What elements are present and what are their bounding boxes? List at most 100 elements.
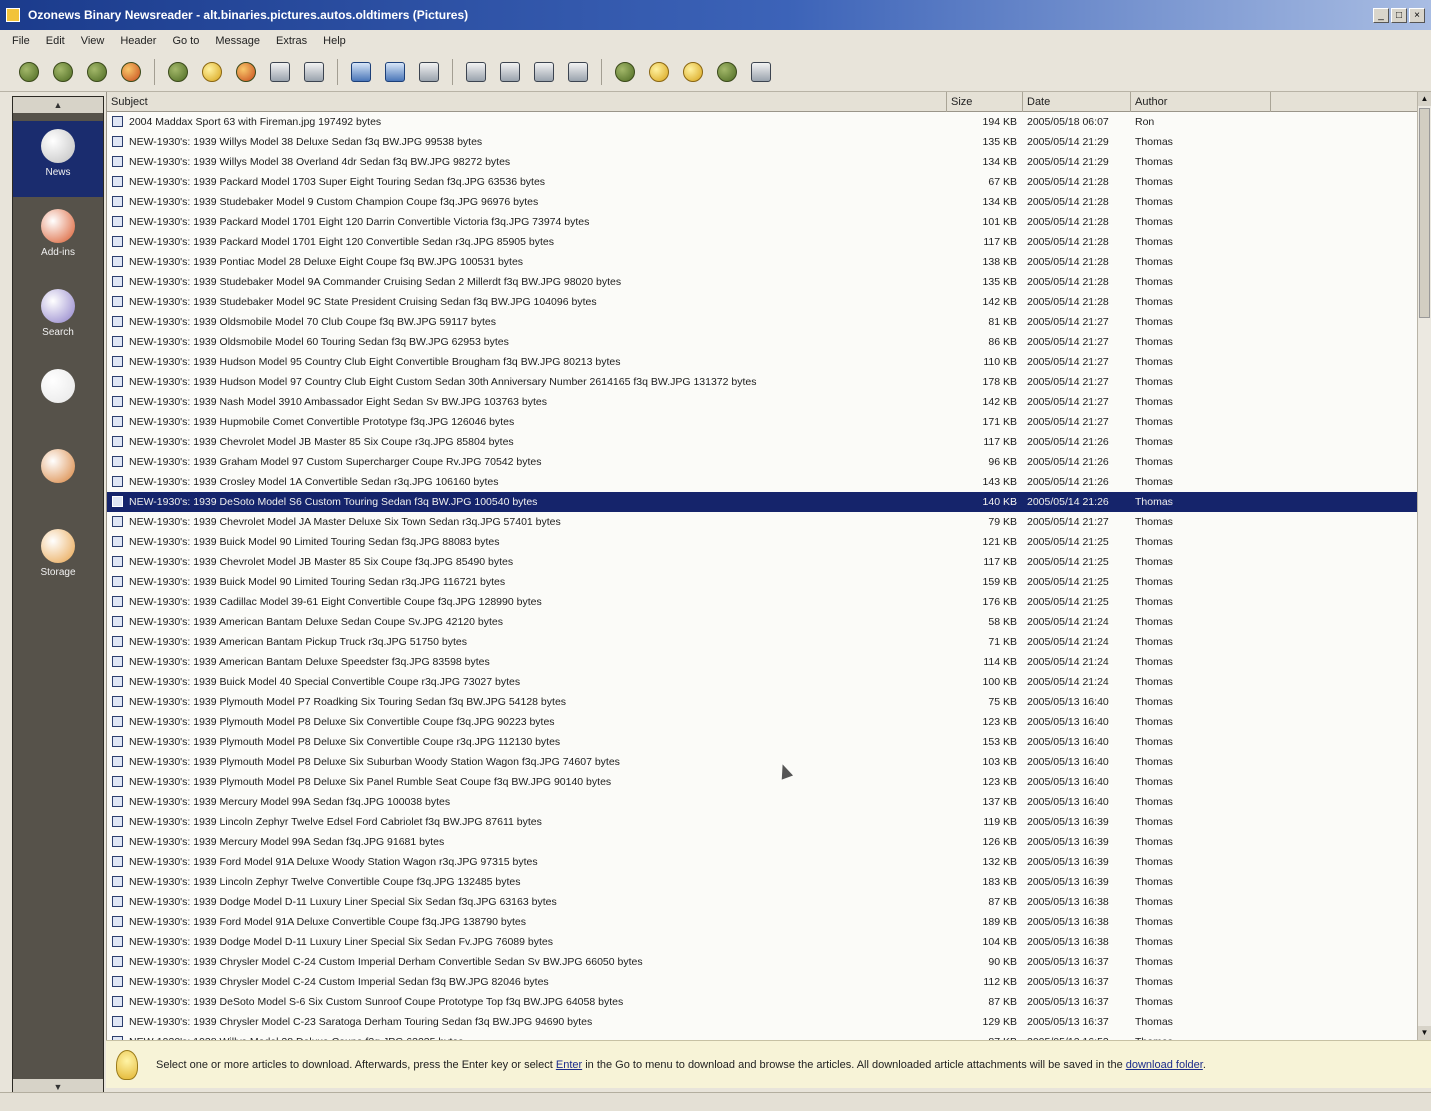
menu-message[interactable]: Message [215, 35, 260, 47]
menu-edit[interactable]: Edit [46, 35, 65, 47]
article-icon [112, 156, 123, 167]
nav-next-button[interactable] [678, 57, 708, 87]
sidebar-item-mail[interactable] [13, 441, 103, 517]
table-row[interactable]: NEW-1930's: 1939 DeSoto Model S6 Custom … [107, 492, 1417, 512]
sidebar-item-tools[interactable] [13, 361, 103, 437]
table-row[interactable]: NEW-1930's: 1939 Dodge Model D-11 Luxury… [107, 932, 1417, 952]
article-icon [112, 656, 123, 667]
cell-date: 2005/05/14 21:25 [1027, 556, 1109, 568]
menu-header[interactable]: Header [120, 35, 156, 47]
table-row[interactable]: NEW-1930's: 1939 Studebaker Model 9A Com… [107, 272, 1417, 292]
table-row[interactable]: NEW-1930's: 1939 American Bantam Deluxe … [107, 612, 1417, 632]
nav-prev-button[interactable] [644, 57, 674, 87]
table-row[interactable]: NEW-1930's: 1939 Ford Model 91A Deluxe C… [107, 912, 1417, 932]
table-row[interactable]: NEW-1930's: 1939 Packard Model 1701 Eigh… [107, 232, 1417, 252]
column-date[interactable]: Date [1023, 92, 1131, 112]
table-row[interactable]: NEW-1930's: 1939 Nash Model 3910 Ambassa… [107, 392, 1417, 412]
download-folder-link[interactable]: download folder [1126, 1059, 1203, 1071]
mark-unread-button[interactable] [231, 57, 261, 87]
column-author[interactable]: Author [1131, 92, 1271, 112]
table-row[interactable]: NEW-1930's: 1939 DeSoto Model S-6 Six Cu… [107, 992, 1417, 1012]
menu-view[interactable]: View [81, 35, 105, 47]
table-row[interactable]: NEW-1930's: 1939 Mercury Model 99A Sedan… [107, 832, 1417, 852]
table-row[interactable]: NEW-1930's: 1939 Studebaker Model 9 Cust… [107, 192, 1417, 212]
sidebar-item-addins[interactable]: Add-ins [13, 201, 103, 277]
table-row[interactable]: NEW-1930's: 1939 Packard Model 1701 Eigh… [107, 212, 1417, 232]
vertical-scrollbar[interactable]: ▲ ▼ [1417, 92, 1431, 1040]
table-row[interactable]: NEW-1930's: 1939 Dodge Model D-11 Luxury… [107, 892, 1417, 912]
sidebar-item-folder[interactable]: Storage [13, 521, 103, 597]
filter-button[interactable] [163, 57, 193, 87]
back-button[interactable] [48, 57, 78, 87]
column-subject[interactable]: Subject [107, 92, 947, 112]
enter-link[interactable]: Enter [556, 1059, 582, 1071]
table-row[interactable]: NEW-1930's: 1939 Buick Model 90 Limited … [107, 572, 1417, 592]
table-row[interactable]: NEW-1930's: 1939 Packard Model 1703 Supe… [107, 172, 1417, 192]
table-row[interactable]: NEW-1930's: 1939 Hudson Model 95 Country… [107, 352, 1417, 372]
scroll-down-arrow[interactable]: ▼ [1418, 1026, 1431, 1040]
forward-button[interactable] [82, 57, 112, 87]
search-button[interactable] [299, 57, 329, 87]
sidebar-item-news[interactable]: News [13, 121, 103, 197]
table-row[interactable]: NEW-1930's: 1939 Lincoln Zephyr Twelve C… [107, 872, 1417, 892]
print-button[interactable] [529, 57, 559, 87]
table-row[interactable]: NEW-1930's: 1939 Chrysler Model C-24 Cus… [107, 972, 1417, 992]
table-row[interactable]: NEW-1930's: 1939 Plymouth Model P8 Delux… [107, 712, 1417, 732]
table-row[interactable]: NEW-1930's: 1939 Oldsmobile Model 60 Tou… [107, 332, 1417, 352]
cell-author: Thomas [1135, 136, 1173, 148]
close-button[interactable]: × [1409, 7, 1425, 23]
table-row[interactable]: NEW-1930's: 1939 Studebaker Model 9C Sta… [107, 292, 1417, 312]
menu-extras[interactable]: Extras [276, 35, 307, 47]
view-button[interactable] [346, 57, 376, 87]
maximize-button[interactable]: □ [1391, 7, 1407, 23]
table-row[interactable]: NEW-1930's: 1939 Chevrolet Model JA Mast… [107, 512, 1417, 532]
sidebar-item-search[interactable]: Search [13, 281, 103, 357]
table-row[interactable]: NEW-1930's: 1939 Crosley Model 1A Conver… [107, 472, 1417, 492]
table-row[interactable]: NEW-1930's: 1939 American Bantam Pickup … [107, 632, 1417, 652]
table-row[interactable]: NEW-1930's: 1939 Chevrolet Model JB Mast… [107, 552, 1417, 572]
nav-last-button[interactable] [712, 57, 742, 87]
nav-first-button[interactable] [610, 57, 640, 87]
scroll-up-arrow[interactable]: ▲ [1418, 92, 1431, 106]
menu-help[interactable]: Help [323, 35, 346, 47]
minimize-button[interactable]: _ [1373, 7, 1389, 23]
table-row[interactable]: NEW-1930's: 1939 Graham Model 97 Custom … [107, 452, 1417, 472]
sidebar-scroll-up[interactable]: ▲ [13, 97, 103, 113]
column-size[interactable]: Size [947, 92, 1023, 112]
table-row[interactable]: NEW-1930's: 1939 Chrysler Model C-23 Sar… [107, 1012, 1417, 1032]
table-row[interactable]: NEW-1930's: 1939 Plymouth Model P7 Roadk… [107, 692, 1417, 712]
table-row[interactable]: NEW-1930's: 1939 Willys Model 38 Overlan… [107, 152, 1417, 172]
cell-size: 123 KB [982, 776, 1017, 788]
options-button[interactable] [746, 57, 776, 87]
lock-button[interactable] [563, 57, 593, 87]
download-button[interactable] [461, 57, 491, 87]
table-row[interactable]: NEW-1930's: 1939 Plymouth Model P8 Delux… [107, 752, 1417, 772]
table-row[interactable]: 2004 Maddax Sport 63 with Fireman.jpg 19… [107, 112, 1417, 132]
scroll-thumb[interactable] [1419, 108, 1430, 318]
table-row[interactable]: NEW-1930's: 1939 Lincoln Zephyr Twelve E… [107, 812, 1417, 832]
layout-button[interactable] [380, 57, 410, 87]
table-row[interactable]: NEW-1930's: 1939 Plymouth Model P8 Delux… [107, 772, 1417, 792]
table-row[interactable]: NEW-1930's: 1939 Mercury Model 99A Sedan… [107, 792, 1417, 812]
mark-read-button[interactable] [197, 57, 227, 87]
refresh-button[interactable] [14, 57, 44, 87]
table-row[interactable]: NEW-1930's: 1939 Oldsmobile Model 70 Clu… [107, 312, 1417, 332]
stop-button[interactable] [116, 57, 146, 87]
menu-file[interactable]: File [12, 35, 30, 47]
properties-button[interactable] [414, 57, 444, 87]
table-row[interactable]: NEW-1930's: 1939 Cadillac Model 39-61 Ei… [107, 592, 1417, 612]
table-row[interactable]: NEW-1930's: 1939 Willys Model 38 Deluxe … [107, 132, 1417, 152]
table-row[interactable]: NEW-1930's: 1939 Pontiac Model 28 Deluxe… [107, 252, 1417, 272]
table-row[interactable]: NEW-1930's: 1939 Buick Model 40 Special … [107, 672, 1417, 692]
table-row[interactable]: NEW-1930's: 1939 American Bantam Deluxe … [107, 652, 1417, 672]
attachment-button[interactable] [495, 57, 525, 87]
new-folder-button[interactable] [265, 57, 295, 87]
table-row[interactable]: NEW-1930's: 1939 Plymouth Model P8 Delux… [107, 732, 1417, 752]
table-row[interactable]: NEW-1930's: 1939 Hupmobile Comet Convert… [107, 412, 1417, 432]
table-row[interactable]: NEW-1930's: 1939 Buick Model 90 Limited … [107, 532, 1417, 552]
table-row[interactable]: NEW-1930's: 1939 Ford Model 91A Deluxe W… [107, 852, 1417, 872]
table-row[interactable]: NEW-1930's: 1939 Hudson Model 97 Country… [107, 372, 1417, 392]
table-row[interactable]: NEW-1930's: 1939 Chrysler Model C-24 Cus… [107, 952, 1417, 972]
table-row[interactable]: NEW-1930's: 1939 Chevrolet Model JB Mast… [107, 432, 1417, 452]
menu-goto[interactable]: Go to [172, 35, 199, 47]
